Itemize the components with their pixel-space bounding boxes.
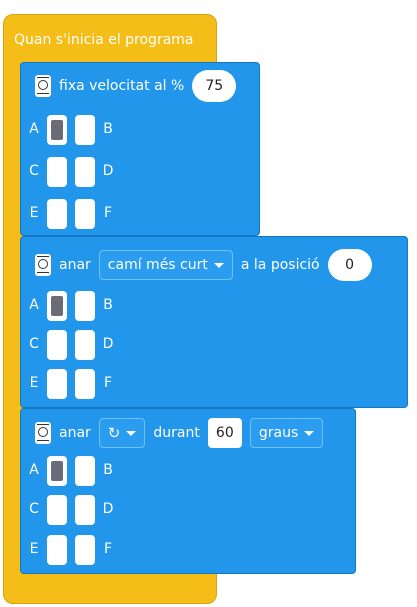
port-c-toggle[interactable] [47, 495, 67, 525]
degrees-value-input[interactable]: 60 [207, 418, 242, 448]
chevron-down-icon [126, 430, 137, 436]
port-e-toggle[interactable] [47, 369, 67, 399]
port-a-toggle[interactable] [47, 291, 67, 321]
hub-icon [35, 75, 51, 97]
go-to-position-block[interactable]: anar camí més curt a la posició 0 A B C … [20, 236, 408, 408]
port-label-d: D [102, 163, 114, 179]
position-value-input[interactable]: 0 [327, 249, 372, 281]
unit-dropdown[interactable]: graus [249, 418, 324, 448]
set-speed-label: fixa velocitat al % [59, 78, 185, 94]
go-label: anar [59, 425, 91, 441]
port-label-b: B [103, 121, 113, 137]
go-label: anar [59, 257, 91, 273]
port-b-toggle[interactable] [75, 291, 95, 321]
port-e-toggle[interactable] [47, 535, 67, 565]
port-c-toggle[interactable] [47, 330, 67, 360]
duration-label: durant [153, 425, 200, 441]
position-label: a la posició [240, 257, 320, 273]
hat-block-label: Quan s'inicia el programa [14, 32, 194, 48]
port-c-toggle[interactable] [47, 157, 67, 187]
port-label-c: C [29, 501, 39, 517]
port-label-e: E [29, 205, 39, 221]
port-label-f: F [103, 541, 113, 557]
port-label-f: F [103, 205, 113, 221]
hub-icon [35, 422, 51, 444]
port-label-e: E [29, 541, 39, 557]
port-d-toggle[interactable] [75, 157, 95, 187]
port-e-toggle[interactable] [47, 199, 67, 229]
port-label-b: B [103, 297, 113, 313]
port-d-toggle[interactable] [75, 495, 95, 525]
hub-icon [35, 254, 51, 276]
chevron-down-icon [213, 262, 224, 268]
port-label-d: D [102, 336, 114, 352]
chevron-down-icon [304, 430, 315, 436]
port-label-a: A [29, 462, 39, 478]
port-label-d: D [102, 501, 114, 517]
rotate-clockwise-icon: ↻ [107, 423, 121, 442]
port-label-f: F [103, 375, 113, 391]
port-a-toggle[interactable] [47, 115, 67, 145]
port-f-toggle[interactable] [75, 535, 95, 565]
port-label-c: C [29, 163, 39, 179]
set-speed-block[interactable]: fixa velocitat al % 75 A B C D E F [20, 62, 260, 236]
port-b-toggle[interactable] [75, 456, 95, 486]
go-for-degrees-block[interactable]: anar ↻ durant 60 graus A B C D E F [20, 408, 356, 574]
path-mode-dropdown[interactable]: camí més curt [98, 250, 233, 280]
speed-value-input[interactable]: 75 [192, 70, 237, 102]
port-b-toggle[interactable] [75, 115, 95, 145]
port-label-a: A [29, 121, 39, 137]
path-mode-value: camí més curt [107, 257, 208, 273]
unit-value: graus [258, 425, 299, 441]
port-label-a: A [29, 297, 39, 313]
direction-dropdown[interactable]: ↻ [98, 418, 146, 448]
port-f-toggle[interactable] [75, 199, 95, 229]
port-d-toggle[interactable] [75, 330, 95, 360]
port-label-c: C [29, 336, 39, 352]
port-label-e: E [29, 375, 39, 391]
port-a-toggle[interactable] [47, 456, 67, 486]
port-f-toggle[interactable] [75, 369, 95, 399]
port-label-b: B [103, 462, 113, 478]
